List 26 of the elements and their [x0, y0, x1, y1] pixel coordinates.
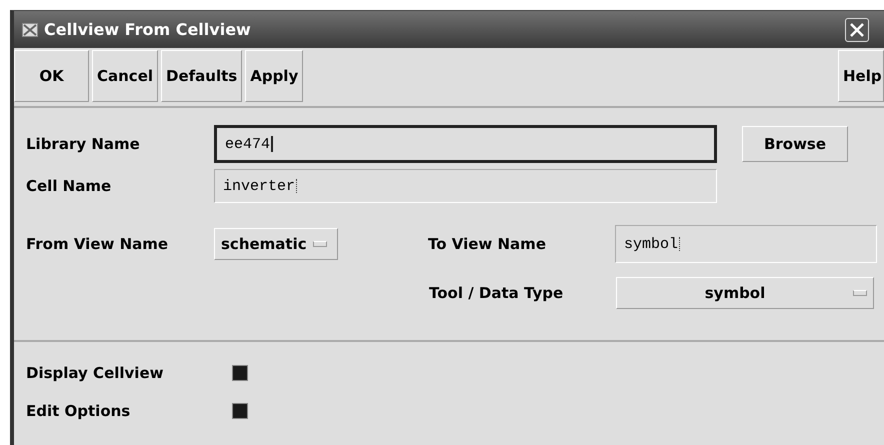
field-label: From View Name — [26, 235, 170, 253]
help-button[interactable]: Help — [838, 50, 884, 102]
dropdown-icon — [312, 241, 327, 247]
toolbar-button[interactable]: OK — [14, 50, 89, 102]
field-label: Tool / Data Type — [429, 284, 564, 302]
close-button[interactable] — [845, 18, 869, 42]
option-label: Edit Options — [26, 402, 132, 420]
toolbar-button[interactable]: Cancel — [92, 50, 158, 102]
checkbox[interactable] — [232, 365, 248, 381]
field-label: To View Name — [428, 235, 547, 253]
input-field[interactable]: inverter — [214, 169, 717, 203]
input-field[interactable]: symbol — [615, 225, 877, 263]
toolbar-button[interactable]: Apply — [245, 50, 304, 102]
field-label: Library Name — [26, 135, 141, 153]
dropdown[interactable]: symbol — [616, 277, 874, 309]
option-label: Display Cellview — [26, 364, 164, 382]
window-title: Cellview From Cellview — [44, 20, 251, 39]
close-icon — [849, 22, 865, 38]
input-field[interactable]: ee474 — [214, 125, 717, 163]
checkbox[interactable] — [232, 403, 248, 419]
dropdown[interactable]: schematic — [214, 228, 338, 260]
window-icon — [22, 22, 38, 36]
field-label: Cell Name — [26, 177, 112, 195]
dropdown-icon — [853, 290, 867, 296]
browse-button[interactable]: Browse — [742, 126, 848, 162]
toolbar-button[interactable]: Defaults — [161, 50, 242, 102]
